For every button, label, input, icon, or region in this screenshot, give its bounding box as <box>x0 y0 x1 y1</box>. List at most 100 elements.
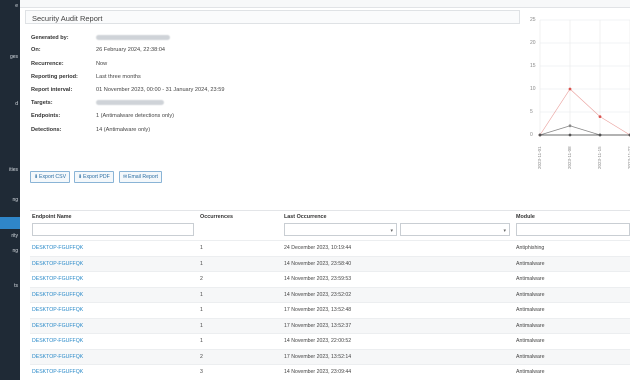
endpoint-link[interactable]: DESKTOP-FGUFFQK <box>32 354 83 360</box>
data-point[interactable] <box>538 133 542 137</box>
report-field-value <box>96 100 164 106</box>
data-point[interactable] <box>598 115 602 118</box>
table-row[interactable]: DESKTOP-FGUFFQK 1 17 November 2023, 13:52:… <box>30 302 630 318</box>
report-field-key: Detections: <box>31 127 62 133</box>
table-row[interactable]: DESKTOP-FGUFFQK 1 24 December 2023, 10:19:… <box>30 240 630 256</box>
table-row[interactable]: DESKTOP-FGUFFQK 1 14 November 2023, 23:52:… <box>30 286 630 302</box>
endpoint-link[interactable]: DESKTOP-FGUFFQK <box>32 307 83 313</box>
table-cell: Antimalware <box>516 260 545 267</box>
table-cell: 3 <box>200 369 203 375</box>
report-field-value: 1 (Antimalware detections only) <box>96 113 175 119</box>
column-header-occurrences[interactable]: Occurrences <box>200 214 233 220</box>
table-filters: ▾ ▾ <box>30 223 630 239</box>
table-cell: Antimalware <box>516 307 545 313</box>
table-row[interactable]: DESKTOP-FGUFFQK 2 14 November 2023, 23:59:… <box>30 271 630 287</box>
report-field-key: On: <box>31 47 41 53</box>
table-cell: 1 <box>200 322 203 329</box>
table-cell: 2 <box>200 353 203 360</box>
table-cell: 14 November 2023, 23:52:02 <box>284 291 352 298</box>
table-cell: 1 <box>200 307 203 313</box>
chevron-down-icon: ▾ <box>503 228 506 234</box>
report-field-value: Now <box>96 61 108 67</box>
table-cell: Antimalware <box>516 322 545 329</box>
report-field-value <box>96 35 170 41</box>
series-line <box>539 125 630 136</box>
sidebar-item[interactable] <box>0 217 20 229</box>
endpoint-link[interactable]: DESKTOP-FGUFFQK <box>32 338 83 344</box>
table-cell: 14 November 2023, 22:00:52 <box>284 338 352 344</box>
table-cell: 14 November 2023, 23:09:44 <box>284 369 352 375</box>
report-field-key: Reporting period: <box>31 74 78 80</box>
chart-svg <box>538 19 630 137</box>
data-point[interactable] <box>568 87 572 91</box>
sidebar-item[interactable]: ges <box>0 54 20 60</box>
report-field-value: 26 February 2024, 22:38:04 <box>96 47 166 53</box>
sidebar-item[interactable]: ng <box>0 197 20 203</box>
report-field-key: Recurrence: <box>31 61 64 67</box>
sidebar-item[interactable]: d <box>0 101 20 107</box>
y-tick-label: 20 <box>530 40 536 46</box>
table-cell: 14 November 2023, 23:59:53 <box>284 276 352 282</box>
table-cell: Antimalware <box>516 353 545 360</box>
sidebar-item[interactable]: ng <box>0 248 20 254</box>
table-cell: Antimalware <box>516 369 545 375</box>
table-row[interactable]: DESKTOP-FGUFFQK 1 14 November 2023, 22:00:… <box>30 333 630 349</box>
table-cell: 24 December 2023, 10:19:44 <box>284 245 352 251</box>
table-cell: 17 November 2023, 13:52:37 <box>284 322 352 329</box>
endpoint-name-filter-input[interactable] <box>32 223 194 236</box>
module-filter-input[interactable] <box>516 223 630 236</box>
table-row[interactable]: DESKTOP-FGUFFQK 2 17 November 2023, 13:52:… <box>30 348 630 364</box>
endpoint-link[interactable]: DESKTOP-FGUFFQK <box>32 369 83 375</box>
table-cell: Antimalware <box>516 338 545 344</box>
detections-chart: 25 20 15 10 5 0 2023-11-01 2023-11-08 2023-11-15… <box>530 15 630 180</box>
export-csv-label: Export CSV <box>39 174 67 180</box>
report-field-key: Endpoints: <box>31 113 61 119</box>
y-tick-label: 5 <box>530 109 533 115</box>
report-field-key: Targets: <box>31 100 53 106</box>
endpoint-link[interactable]: DESKTOP-FGUFFQK <box>32 292 83 298</box>
redacted-value <box>96 100 164 106</box>
email-report-label: Email Report <box>128 174 158 180</box>
sidebar-item[interactable]: rity <box>0 233 20 239</box>
data-point[interactable] <box>568 124 572 128</box>
sidebar-item[interactable]: e <box>0 3 20 9</box>
last-occurrence-from-filter[interactable]: ▾ <box>284 223 397 236</box>
table-cell: 1 <box>200 291 203 298</box>
data-point[interactable] <box>598 133 602 137</box>
column-header-module[interactable]: Module <box>516 214 535 220</box>
y-tick-label: 10 <box>530 86 536 92</box>
sidebar: e ges d ities ng rity ng ts <box>0 0 20 380</box>
report-field-key: Report interval: <box>31 87 73 93</box>
x-tick-label: 2023-11-15 <box>597 146 602 169</box>
email-report-button[interactable]: ✉Email Report <box>119 171 162 183</box>
x-tick-label: 2023-11-01 <box>537 146 542 169</box>
report-field-value: Last three months <box>96 74 141 80</box>
sidebar-item[interactable]: ities <box>0 167 20 173</box>
sidebar-item[interactable]: ts <box>0 283 20 289</box>
export-csv-button[interactable]: ⬇Export CSV <box>30 171 71 183</box>
report-title: Security Audit Report <box>25 10 520 24</box>
data-point[interactable] <box>568 133 572 137</box>
chevron-down-icon: ▾ <box>390 228 393 234</box>
column-header-endpoint-name[interactable]: Endpoint Name <box>32 214 72 220</box>
endpoint-link[interactable]: DESKTOP-FGUFFQK <box>32 323 83 329</box>
table-row[interactable]: DESKTOP-FGUFFQK 3 14 November 2023, 23:09:… <box>30 364 630 380</box>
y-tick-label: 25 <box>530 17 536 23</box>
table-header: Endpoint Name Occurrences Last Occurrenc… <box>30 210 630 220</box>
endpoint-link[interactable]: DESKTOP-FGUFFQK <box>32 276 83 282</box>
table-cell: Antimalware <box>516 291 545 298</box>
column-header-last-occurrence[interactable]: Last Occurrence <box>284 214 327 220</box>
endpoint-link[interactable]: DESKTOP-FGUFFQK <box>32 261 83 267</box>
table-cell: 1 <box>200 338 203 344</box>
table-row[interactable]: DESKTOP-FGUFFQK 1 17 November 2023, 13:52:… <box>30 317 630 333</box>
top-bar <box>20 0 630 8</box>
table-cell: 17 November 2023, 13:52:14 <box>284 353 352 360</box>
export-pdf-label: Export PDF <box>83 174 110 180</box>
table-cell: 2 <box>200 276 203 282</box>
table-row[interactable]: DESKTOP-FGUFFQK 1 14 November 2023, 23:58:… <box>30 255 630 271</box>
report-field-key: Generated by: <box>31 35 69 41</box>
export-pdf-button[interactable]: ⬇Export PDF <box>74 171 114 183</box>
endpoint-link[interactable]: DESKTOP-FGUFFQK <box>32 245 83 251</box>
table-cell: Antimalware <box>516 276 545 282</box>
last-occurrence-to-filter[interactable]: ▾ <box>400 223 510 236</box>
